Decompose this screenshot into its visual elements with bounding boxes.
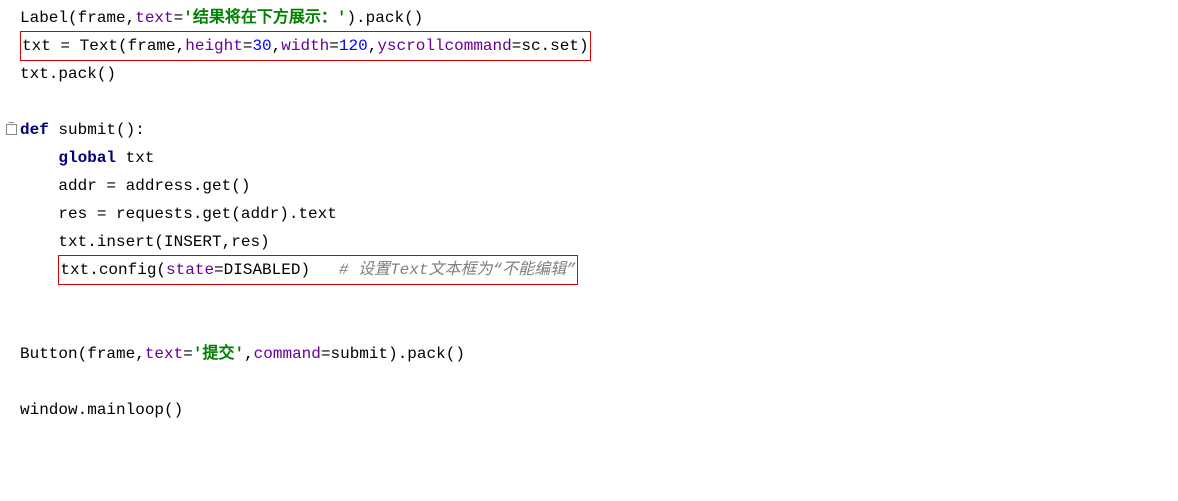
token (49, 121, 59, 139)
token: , (272, 37, 282, 55)
token: yscrollcommand (377, 37, 511, 55)
token: =submit).pack() (321, 345, 465, 363)
token (20, 261, 58, 279)
token: addr = address.get() (20, 177, 250, 195)
token: ).pack() (346, 9, 423, 27)
token: command (254, 345, 321, 363)
code-line-9: txt.insert(INSERT,res) (8, 228, 1170, 256)
highlight-box: txt = Text(frame,height=30,width=120,ysc… (20, 31, 591, 61)
code-line-5: def submit(): (8, 116, 1170, 144)
code-block: Label(frame,text='结果将在下方展示：').pack() txt… (8, 4, 1170, 452)
code-line-13: Button(frame,text='提交',command=submit).p… (8, 340, 1170, 368)
token: txt.config( (60, 261, 166, 279)
code-line-10: txt.config(state=DISABLED) # 设置Text文本框为“… (8, 256, 1170, 284)
code-line-15: window.mainloop() (8, 396, 1170, 424)
token: = (243, 37, 253, 55)
token: 120 (339, 37, 368, 55)
token: text (145, 345, 183, 363)
code-line-6: global txt (8, 144, 1170, 172)
token: Label(frame, (20, 9, 135, 27)
token: = (174, 9, 184, 27)
token: height (185, 37, 243, 55)
token: text (135, 9, 173, 27)
code-line-11 (8, 284, 1170, 312)
token: txt = Text(frame, (22, 37, 185, 55)
token: 30 (252, 37, 271, 55)
token: '提交' (193, 345, 244, 363)
code-line-14 (8, 368, 1170, 396)
code-line-7: addr = address.get() (8, 172, 1170, 200)
token: = (329, 37, 339, 55)
code-line-8: res = requests.get(addr).text (8, 200, 1170, 228)
token: txt.pack() (20, 65, 116, 83)
token: window.mainloop() (20, 401, 183, 419)
token (20, 149, 58, 167)
code-line-3: txt.pack() (8, 60, 1170, 88)
token: res = requests.get(addr).text (20, 205, 337, 223)
token-comment: # 设置Text文本框为“不能编辑” (339, 261, 576, 279)
highlight-box: txt.config(state=DISABLED) # 设置Text文本框为“… (58, 255, 577, 285)
token: = (183, 345, 193, 363)
token (310, 261, 339, 279)
token: state (166, 261, 214, 279)
code-line-12 (8, 312, 1170, 340)
token: , (244, 345, 254, 363)
token: submit(): (58, 121, 144, 139)
token: , (368, 37, 378, 55)
token: =sc.set) (512, 37, 589, 55)
code-line-4 (8, 88, 1170, 116)
token: '结果将在下方展示：' (183, 9, 346, 27)
code-line-2: txt = Text(frame,height=30,width=120,ysc… (8, 32, 1170, 60)
token: def (20, 121, 49, 139)
code-line-1: Label(frame,text='结果将在下方展示：').pack() (8, 4, 1170, 32)
token: txt.insert(INSERT,res) (20, 233, 270, 251)
token: =DISABLED) (214, 261, 310, 279)
token: width (281, 37, 329, 55)
token: txt (116, 149, 154, 167)
code-line-16 (8, 424, 1170, 452)
token: Button(frame, (20, 345, 145, 363)
token: global (58, 149, 116, 167)
